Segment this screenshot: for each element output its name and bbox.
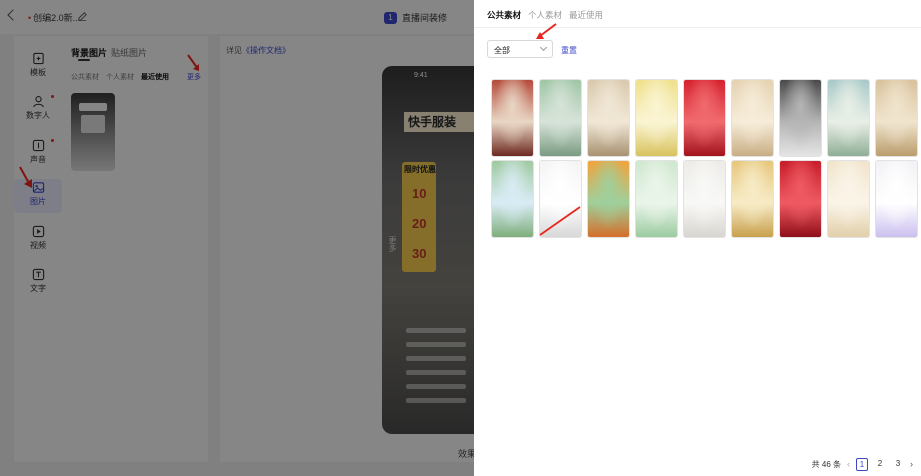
- category-select[interactable]: 全部: [487, 40, 553, 58]
- category-select-value: 全部: [494, 46, 510, 55]
- image-tile-garden-pavilion[interactable]: [827, 79, 870, 157]
- image-preview: [828, 161, 869, 237]
- reset-button[interactable]: 重置: [561, 45, 577, 56]
- image-preview: [780, 161, 821, 237]
- annotation-arrow-icon: [539, 206, 581, 236]
- image-preview: [876, 80, 917, 156]
- image-preview: [732, 80, 773, 156]
- image-tile-red-arch[interactable]: [683, 79, 726, 157]
- image-preview: [876, 161, 917, 237]
- image-tile-lavender-stripe[interactable]: [875, 160, 918, 238]
- image-tile-warm-living-room[interactable]: [875, 79, 918, 157]
- pagination: 共 46 条 ‹ 1 2 3 ›: [812, 457, 913, 471]
- image-tile-beige-showroom[interactable]: [587, 79, 630, 157]
- image-preview: [828, 80, 869, 156]
- tab-personal-material[interactable]: 个人素材: [528, 9, 562, 21]
- image-preview: [588, 80, 629, 156]
- image-preview: [684, 161, 725, 237]
- image-tile-pale-wall-room[interactable]: [683, 160, 726, 238]
- image-tile-dark-studio[interactable]: [779, 79, 822, 157]
- image-tile-golden-staircase[interactable]: [731, 160, 774, 238]
- annotation-arrow-icon: [536, 23, 557, 39]
- image-tile-cream-arch-hall[interactable]: [731, 79, 774, 157]
- image-preview: [780, 80, 821, 156]
- image-preview: [684, 80, 725, 156]
- total-count: 共 46 条: [811, 459, 841, 469]
- image-preview: [636, 80, 677, 156]
- next-page-icon[interactable]: ›: [910, 459, 913, 469]
- image-tile-yellow-glow-room[interactable]: [635, 79, 678, 157]
- material-drawer: 公共素材 个人素材 最近使用 全部 重置 共 46 条 ‹ 1 2 3 ›: [474, 0, 921, 476]
- image-preview: [636, 161, 677, 237]
- tab-recent-use[interactable]: 最近使用: [569, 9, 603, 21]
- page-2[interactable]: 2: [874, 458, 886, 471]
- image-tile-green-mall-interior[interactable]: [539, 79, 582, 157]
- image-tile-cream-gradient[interactable]: [827, 160, 870, 238]
- chevron-down-icon: [539, 43, 548, 52]
- image-tile-red-lantern-room[interactable]: [491, 79, 534, 157]
- modal-overlay[interactable]: [0, 0, 474, 476]
- image-preview: [492, 80, 533, 156]
- tab-public-material[interactable]: 公共素材: [487, 9, 521, 21]
- image-tile-orange-shop-front[interactable]: [587, 160, 630, 238]
- image-preview: [492, 161, 533, 237]
- image-tile-green-hills[interactable]: [491, 160, 534, 238]
- image-preview: [540, 80, 581, 156]
- prev-page-icon[interactable]: ‹: [847, 459, 850, 469]
- page-1[interactable]: 1: [856, 457, 868, 471]
- image-tile-mint-platform[interactable]: [635, 160, 678, 238]
- page-3[interactable]: 3: [892, 458, 904, 471]
- image-tile-red-carpet-stage[interactable]: [779, 160, 822, 238]
- image-preview: [588, 161, 629, 237]
- image-preview: [732, 161, 773, 237]
